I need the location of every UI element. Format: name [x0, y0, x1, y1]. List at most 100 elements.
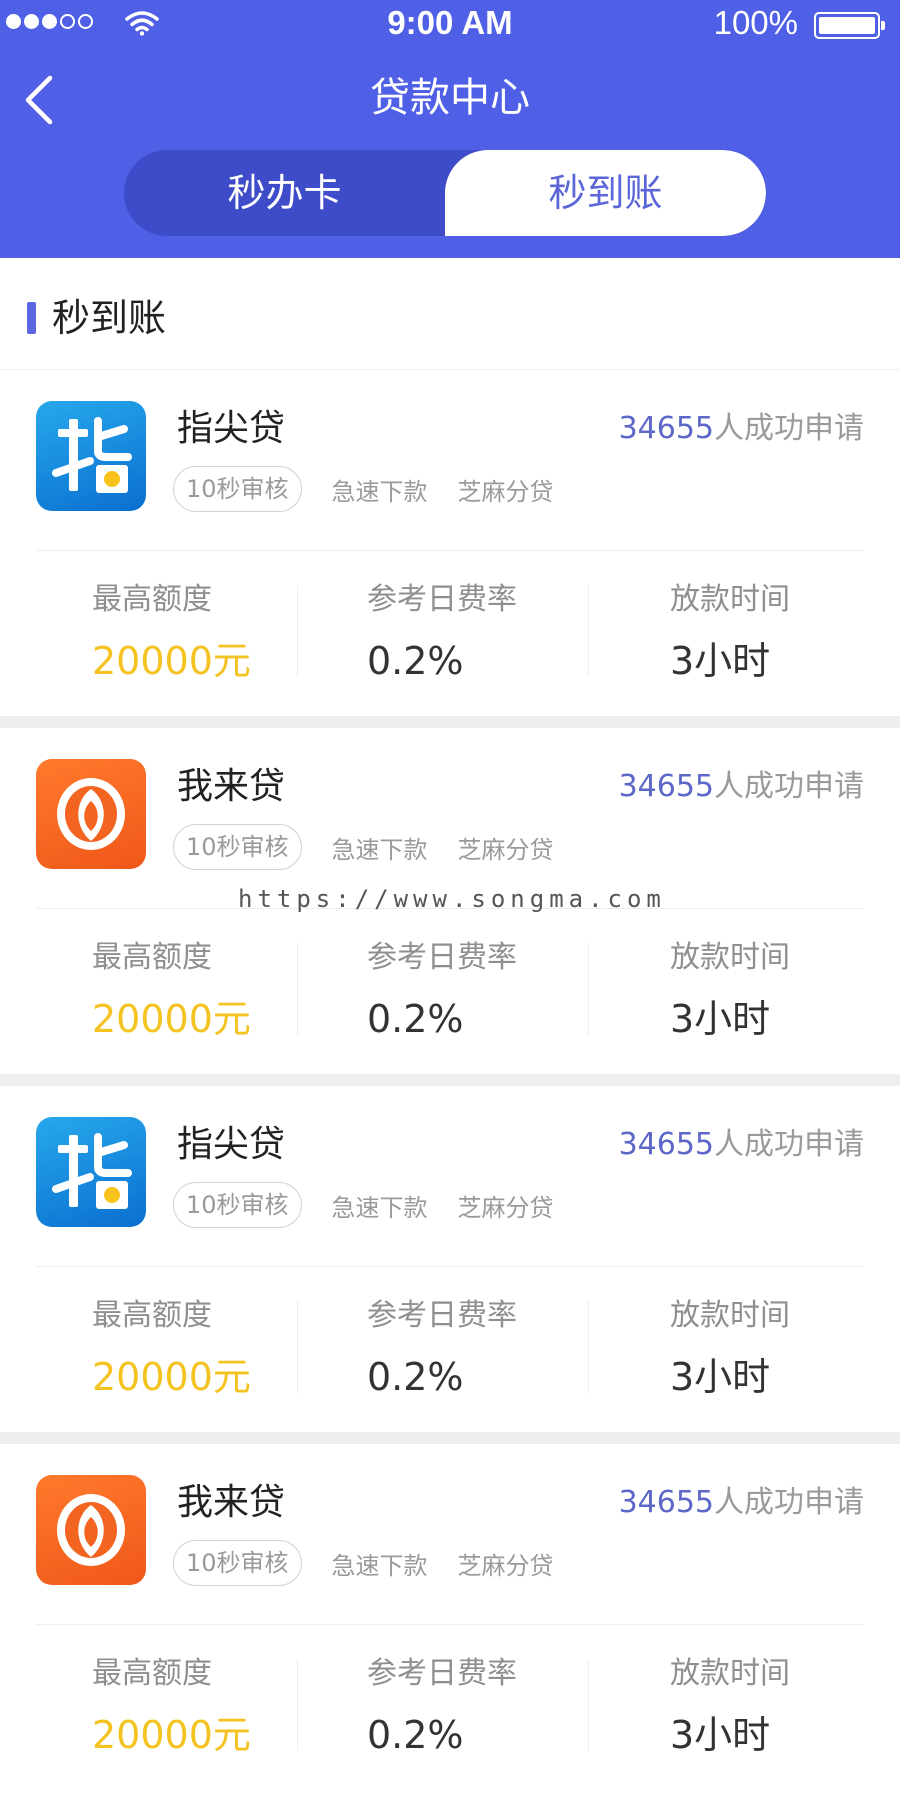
- tag: 急速下款: [331, 1551, 428, 1580]
- max-amount-stat: 最高额度 20000元: [92, 580, 251, 683]
- page-title: 贷款中心: [370, 75, 530, 121]
- max-amount-stat: 最高额度 20000元: [92, 1654, 251, 1757]
- tag: 芝麻分贷: [457, 1193, 554, 1222]
- divider: [297, 1659, 298, 1751]
- applicant-count: 34655人成功申请: [619, 764, 864, 810]
- section-header: 秒到账: [0, 258, 900, 370]
- back-button[interactable]: [22, 72, 62, 128]
- loan-time-label: 放款时间: [670, 1298, 790, 1333]
- tab-card[interactable]: 秒办卡: [124, 150, 445, 236]
- loan-name: 我来贷: [177, 1482, 286, 1523]
- tag-list: 10秒审核 急速下款 芝麻分贷: [173, 464, 554, 514]
- divider: [297, 585, 298, 677]
- battery-percent: 100%: [713, 4, 798, 41]
- divider: [36, 1266, 864, 1267]
- loan-time-value: 3小时: [670, 639, 771, 683]
- loan-time-value: 3小时: [670, 1355, 771, 1399]
- loan-card[interactable]: 指尖贷 34655人成功申请 10秒审核 急速下款 芝麻分贷 最高额度 2000…: [0, 370, 900, 728]
- loan-name: 指尖贷: [177, 408, 286, 449]
- rate-stat: 参考日费率 0.2%: [367, 580, 517, 683]
- rate-value: 0.2%: [367, 639, 464, 683]
- zhi-logo-icon: [36, 1117, 146, 1227]
- tag-pill: 10秒审核: [173, 1540, 302, 1586]
- tab-instant[interactable]: 秒到账: [445, 150, 766, 236]
- loan-time-stat: 放款时间 3小时: [670, 580, 790, 683]
- chevron-left-icon: [25, 75, 53, 125]
- max-amount-label: 最高额度: [92, 1656, 212, 1691]
- wo-logo-icon: [36, 759, 146, 869]
- rate-label: 参考日费率: [367, 1656, 517, 1691]
- applicant-count: 34655人成功申请: [619, 1122, 864, 1168]
- divider: [297, 1301, 298, 1393]
- max-amount-label: 最高额度: [92, 940, 212, 975]
- max-amount-value: 20000元: [92, 1713, 251, 1757]
- loan-name: 我来贷: [177, 766, 286, 807]
- loan-list: 指尖贷 34655人成功申请 10秒审核 急速下款 芝麻分贷 最高额度 2000…: [0, 370, 900, 1790]
- applicant-suffix: 人成功申请: [714, 1485, 864, 1520]
- applicant-suffix: 人成功申请: [714, 1127, 864, 1162]
- status-bar: 9:00 AM 100%: [0, 0, 900, 52]
- rate-label: 参考日费率: [367, 940, 517, 975]
- max-amount-stat: 最高额度 20000元: [92, 938, 251, 1041]
- rate-stat: 参考日费率 0.2%: [367, 1654, 517, 1757]
- max-amount-value: 20000元: [92, 639, 251, 683]
- applicant-suffix: 人成功申请: [714, 411, 864, 446]
- max-amount-value: 20000元: [92, 1355, 251, 1399]
- tab-switcher: 秒办卡 秒到账: [124, 150, 766, 236]
- applicant-number: 34655: [618, 411, 714, 446]
- tag-pill: 10秒审核: [173, 466, 302, 512]
- rate-stat: 参考日费率 0.2%: [367, 1296, 517, 1399]
- applicant-suffix: 人成功申请: [714, 769, 864, 804]
- rate-value: 0.2%: [367, 1713, 464, 1757]
- max-amount-value: 20000元: [92, 997, 251, 1041]
- divider: [297, 943, 298, 1035]
- rate-stat: 参考日费率 0.2%: [367, 938, 517, 1041]
- zhi-logo-icon: [36, 401, 146, 511]
- rate-value: 0.2%: [367, 997, 464, 1041]
- divider: [36, 550, 864, 551]
- tag-pill: 10秒审核: [173, 824, 302, 870]
- rate-value: 0.2%: [367, 1355, 464, 1399]
- tag: 芝麻分贷: [457, 477, 554, 506]
- tag: 急速下款: [331, 477, 428, 506]
- applicant-number: 34655: [618, 1127, 714, 1162]
- tag-list: 10秒审核 急速下款 芝麻分贷: [173, 1538, 554, 1588]
- tag: 急速下款: [331, 835, 428, 864]
- loan-time-value: 3小时: [670, 1713, 771, 1757]
- max-amount-label: 最高额度: [92, 582, 212, 617]
- divider: [588, 585, 589, 677]
- divider: [36, 1624, 864, 1625]
- loan-time-value: 3小时: [670, 997, 771, 1041]
- loan-time-stat: 放款时间 3小时: [670, 938, 790, 1041]
- tag: 急速下款: [331, 1193, 428, 1222]
- loan-time-label: 放款时间: [670, 940, 790, 975]
- loan-time-stat: 放款时间 3小时: [670, 1296, 790, 1399]
- applicant-number: 34655: [618, 1485, 714, 1520]
- tag: 芝麻分贷: [457, 1551, 554, 1580]
- loan-name: 指尖贷: [177, 1124, 286, 1165]
- divider: [588, 1301, 589, 1393]
- rate-label: 参考日费率: [367, 582, 517, 617]
- max-amount-label: 最高额度: [92, 1298, 212, 1333]
- max-amount-stat: 最高额度 20000元: [92, 1296, 251, 1399]
- loan-time-stat: 放款时间 3小时: [670, 1654, 790, 1757]
- divider: [588, 943, 589, 1035]
- loan-time-label: 放款时间: [670, 1656, 790, 1691]
- loan-card[interactable]: 我来贷 34655人成功申请 10秒审核 急速下款 芝麻分贷 最高额度 2000…: [0, 1444, 900, 1790]
- rate-label: 参考日费率: [367, 1298, 517, 1333]
- tag-pill: 10秒审核: [173, 1182, 302, 1228]
- tag-list: 10秒审核 急速下款 芝麻分贷: [173, 822, 554, 872]
- loan-time-label: 放款时间: [670, 582, 790, 617]
- battery-icon: [814, 12, 885, 39]
- applicant-count: 34655人成功申请: [619, 406, 864, 452]
- watermark: https://www.songma.com: [238, 885, 666, 913]
- applicant-number: 34655: [618, 769, 714, 804]
- divider: [588, 1659, 589, 1751]
- applicant-count: 34655人成功申请: [619, 1480, 864, 1526]
- header: 9:00 AM 100% 贷款中心 秒办卡 秒到账: [0, 0, 900, 258]
- wo-logo-icon: [36, 1475, 146, 1585]
- tag-list: 10秒审核 急速下款 芝麻分贷: [173, 1180, 554, 1230]
- loan-card[interactable]: 指尖贷 34655人成功申请 10秒审核 急速下款 芝麻分贷 最高额度 2000…: [0, 1086, 900, 1444]
- section-accent-bar: [27, 302, 36, 334]
- tag: 芝麻分贷: [457, 835, 554, 864]
